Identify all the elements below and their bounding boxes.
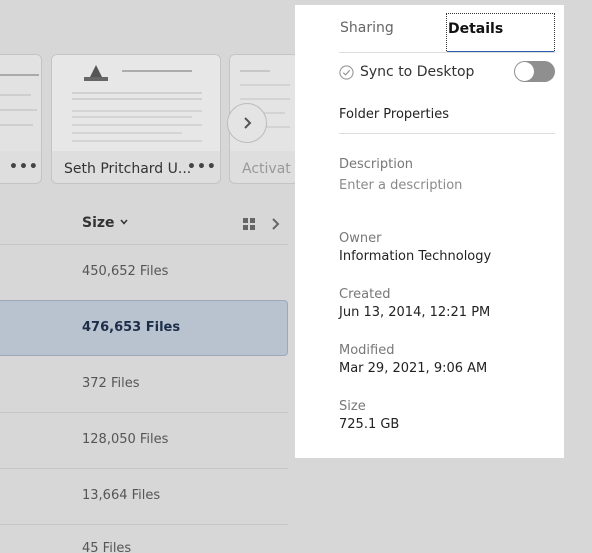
size-column-label: Size bbox=[82, 215, 115, 231]
sync-to-desktop-label: Sync to Desktop bbox=[360, 64, 475, 80]
document-preview-image bbox=[52, 55, 220, 151]
grid-view-icon[interactable] bbox=[243, 218, 255, 230]
row-size: 13,664 Files bbox=[82, 488, 161, 503]
chevron-down-icon bbox=[120, 219, 128, 225]
row-divider bbox=[0, 244, 288, 245]
file-name: Seth Pritchard U... bbox=[64, 161, 192, 177]
document-preview-image bbox=[0, 55, 41, 151]
description-label: Description bbox=[339, 157, 414, 172]
size-value: 725.1 GB bbox=[339, 417, 400, 432]
row-size: 450,652 Files bbox=[82, 264, 169, 279]
row-size: 476,653 Files bbox=[82, 320, 181, 335]
row-size: 45 Files bbox=[82, 541, 132, 553]
section-divider bbox=[339, 133, 555, 134]
row-divider bbox=[0, 468, 288, 469]
file-thumbnail-card[interactable]: ••• bbox=[0, 54, 42, 184]
folder-details-panel: Sharing Details Sync to Desktop Folder P… bbox=[295, 5, 564, 458]
description-input[interactable]: Enter a description bbox=[339, 178, 462, 193]
row-divider bbox=[0, 412, 288, 413]
sync-to-desktop-toggle[interactable] bbox=[514, 61, 555, 82]
tab-details[interactable]: Details bbox=[446, 13, 555, 53]
owner-label: Owner bbox=[339, 231, 382, 246]
carousel-next-button[interactable] bbox=[227, 103, 267, 143]
row-size: 128,050 Files bbox=[82, 432, 169, 447]
file-preview bbox=[52, 55, 220, 151]
row-divider bbox=[0, 524, 288, 525]
modified-label: Modified bbox=[339, 343, 395, 358]
more-options-icon[interactable]: ••• bbox=[9, 159, 39, 175]
created-label: Created bbox=[339, 287, 391, 302]
check-circle-icon bbox=[339, 64, 354, 80]
size-column-header[interactable]: Size bbox=[82, 215, 129, 231]
file-thumbnail-card[interactable]: Seth Pritchard U... ••• bbox=[51, 54, 221, 184]
tab-sharing[interactable]: Sharing bbox=[339, 13, 446, 53]
chevron-right-icon bbox=[244, 117, 252, 129]
chevron-right-icon[interactable] bbox=[270, 217, 282, 231]
modified-value: Mar 29, 2021, 9:06 AM bbox=[339, 361, 488, 376]
owner-value: Information Technology bbox=[339, 249, 492, 264]
sync-to-desktop-row: Sync to Desktop bbox=[339, 58, 555, 86]
size-label: Size bbox=[339, 399, 366, 414]
folder-properties-title: Folder Properties bbox=[339, 107, 450, 122]
created-value: Jun 13, 2014, 12:21 PM bbox=[339, 305, 491, 320]
tabs-divider bbox=[339, 52, 555, 53]
toggle-knob bbox=[515, 62, 534, 81]
file-name: Activat bbox=[242, 161, 291, 177]
more-options-icon[interactable]: ••• bbox=[187, 159, 217, 175]
file-preview bbox=[0, 55, 41, 151]
row-size: 372 Files bbox=[82, 376, 140, 391]
